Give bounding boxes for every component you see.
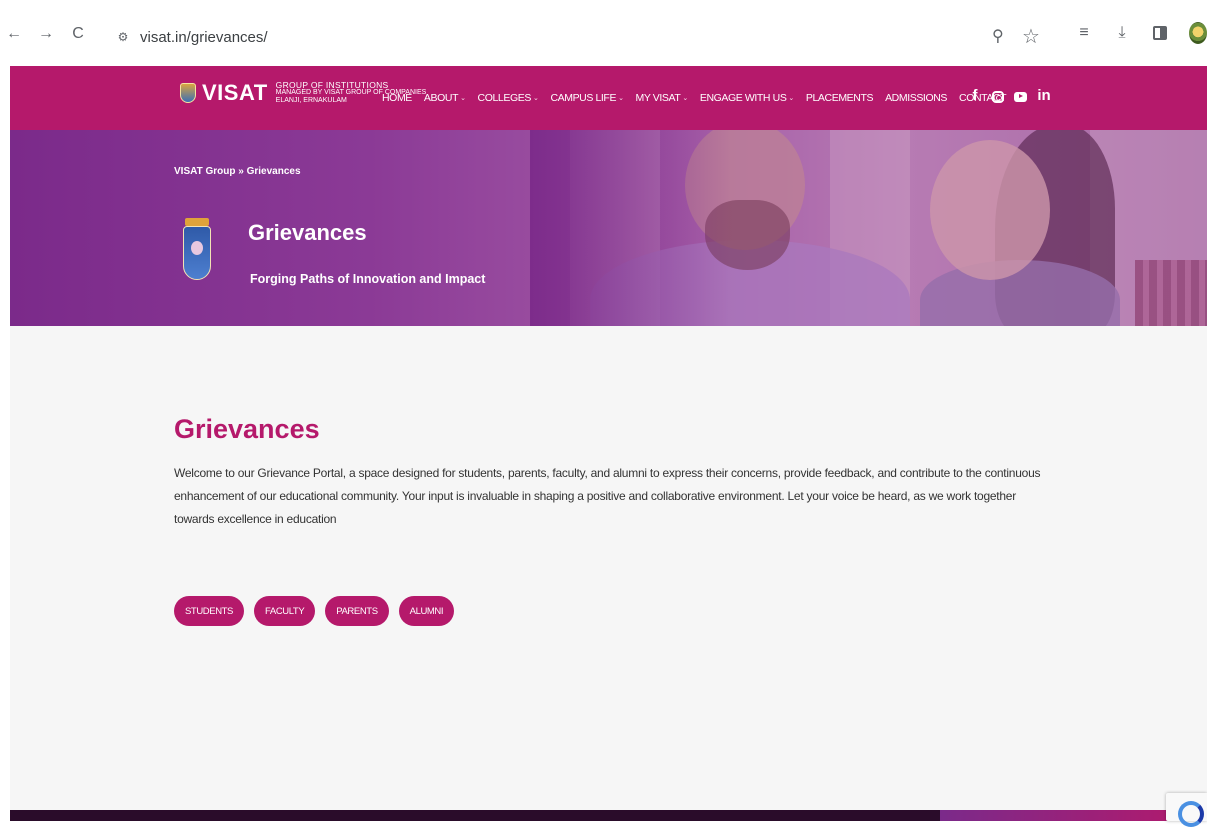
nav-about[interactable]: ABOUT ⌄ <box>424 92 466 104</box>
profile-avatar-icon[interactable] <box>1189 22 1207 44</box>
address-bar[interactable]: ⚙ visat.in/grievances/ ⚲ ☆ <box>108 20 1056 54</box>
alumni-button[interactable]: ALUMNI <box>398 596 455 626</box>
nav-home[interactable]: HOME <box>382 92 412 104</box>
nav-placements[interactable]: PLACEMENTS <box>806 92 874 104</box>
footer <box>10 810 1207 821</box>
url-text[interactable]: visat.in/grievances/ <box>140 29 268 46</box>
nav-colleges[interactable]: COLLEGES ⌄ <box>478 92 539 104</box>
youtube-icon[interactable] <box>1014 91 1027 102</box>
faculty-button[interactable]: FACULTY <box>254 596 316 626</box>
social-links: f in <box>968 86 1051 104</box>
zoom-icon[interactable]: ⚲ <box>992 26 1004 46</box>
nav-engage-with-us[interactable]: ENGAGE WITH US ⌄ <box>700 92 794 104</box>
reading-list-icon[interactable]: ≡ <box>1075 24 1093 42</box>
hero-photo <box>530 130 1207 326</box>
site-header: VISAT GROUP OF INSTITUTIONS MANAGED BY V… <box>10 66 1207 130</box>
parents-button[interactable]: PARENTS <box>325 596 389 626</box>
reload-icon[interactable]: C <box>70 26 86 42</box>
hero-subtitle: Forging Paths of Innovation and Impact <box>250 272 486 286</box>
hero-title: Grievances <box>248 220 367 245</box>
chevron-down-icon: ⌄ <box>682 95 688 102</box>
logo-wordmark: VISAT <box>202 80 268 105</box>
college-emblem-icon <box>183 218 211 280</box>
chevron-down-icon: ⌄ <box>532 95 539 102</box>
forward-icon[interactable]: → <box>38 26 54 42</box>
nav-admissions[interactable]: ADMISSIONS <box>885 92 947 104</box>
page-title: Grievances <box>174 414 320 444</box>
nav-my-visat[interactable]: MY VISAT ⌄ <box>636 92 689 104</box>
grievance-category-buttons: STUDENTS FACULTY PARENTS ALUMNI <box>174 596 455 626</box>
nav-campus-life[interactable]: CAMPUS LIFE ⌄ <box>550 92 624 104</box>
breadcrumb[interactable]: VISAT Group » Grievances <box>174 166 301 177</box>
students-button[interactable]: STUDENTS <box>174 596 244 626</box>
facebook-icon[interactable]: f <box>968 86 982 104</box>
chevron-down-icon: ⌄ <box>618 95 624 102</box>
chevron-down-icon: ⌄ <box>788 95 794 102</box>
download-icon[interactable]: ⤓ <box>1113 24 1131 42</box>
linkedin-icon[interactable]: in <box>1037 86 1051 104</box>
back-icon[interactable]: ← <box>6 26 22 42</box>
main-nav: HOME ABOUT ⌄ COLLEGES ⌄ CAMPUS LIFE ⌄ MY VI… <box>382 92 1007 104</box>
logo-emblem-icon <box>180 83 196 103</box>
chevron-down-icon: ⌄ <box>460 95 466 102</box>
site-info-icon[interactable]: ⚙ <box>114 28 132 46</box>
recaptcha-icon[interactable] <box>1166 793 1207 827</box>
side-panel-icon[interactable] <box>1151 24 1169 42</box>
browser-nav-buttons: ← → C <box>6 26 86 42</box>
page-description: Welcome to our Grievance Portal, a space… <box>174 466 1041 526</box>
main-content: Grievances Welcome to our Grievance Port… <box>10 326 1207 810</box>
bookmark-star-icon[interactable]: ☆ <box>1022 24 1040 49</box>
hero-banner: VISAT Group » Grievances Grievances Forg… <box>10 130 1207 326</box>
browser-toolbar: ← → C ⚙ visat.in/grievances/ ⚲ ☆ ≡ ⤓ <box>0 0 1207 66</box>
browser-actions: ≡ ⤓ <box>1075 22 1207 44</box>
instagram-icon[interactable] <box>992 90 1004 103</box>
